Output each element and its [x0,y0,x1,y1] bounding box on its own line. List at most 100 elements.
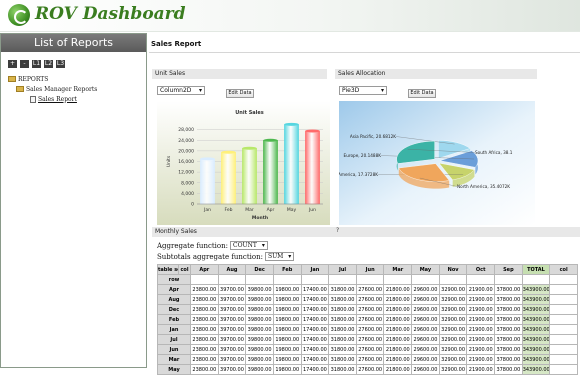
expand-all-button[interactable]: + [8,60,17,68]
table-cell: 21900.00 [466,294,496,305]
table-cell: 17400.00 [300,294,330,305]
table-row-header[interactable]: Feb [157,314,191,325]
subtotals-function-select[interactable]: SUM [264,252,295,261]
sales-allocation-chart: Asia Pacific, 20.6812K Europe, 20.1488K Am… [339,101,535,225]
y-tick-label: 8,000 [181,180,194,186]
table-row-header[interactable]: Mar [157,354,191,365]
table-row-header[interactable]: May [157,364,191,375]
level-3-button[interactable]: L3 [56,60,65,68]
table-cell: 39800.00 [245,314,274,325]
table-cell: 37800.00 [494,314,523,325]
bar [242,148,257,205]
table-cell: 27600.00 [355,294,385,305]
table-cell-empty [355,274,385,285]
table-cell: 32900.00 [438,334,468,345]
help-icon[interactable]: ? [336,227,339,234]
table-column-header[interactable]: col [549,264,578,275]
table-cell: 27600.00 [355,314,385,325]
pie-slice-label: Asia Pacific, 20.6812K [350,134,396,139]
unit-sales-edit-data-button[interactable]: Edit Data [226,89,254,98]
table-row-header[interactable]: Jun [157,344,191,355]
table-cell: 31800.00 [328,304,357,315]
table-cell: 21800.00 [383,364,413,375]
collapse-all-button[interactable]: - [20,60,29,68]
table-cell: 29600.00 [411,364,440,375]
level-2-button[interactable]: L2 [44,60,53,68]
sales-allocation-edit-data-button[interactable]: Edit Data [408,89,436,98]
table-cell: 32900.00 [438,324,468,335]
table-row-header[interactable]: Apr [157,284,191,295]
table-cell: 23800.00 [190,304,219,315]
table-cell-empty [217,274,247,285]
report-icon [30,95,36,103]
table-cell: 39800.00 [245,364,274,375]
table-row: May 23800.00 39700.00 39800.00 19800.00 17400… [157,364,578,375]
y-tick-label: 4,000 [181,191,194,197]
sales-allocation-chart-type-select[interactable]: Pie3D [339,86,387,95]
table-cell: 39800.00 [245,324,274,335]
table-cell: 19800.00 [272,334,302,345]
x-tick-label: Jan [203,207,211,213]
table-cell: 23800.00 [190,364,219,375]
table-column-header[interactable]: Jul [328,264,357,275]
table-cell-empty [549,314,578,325]
table-column-header[interactable]: Sep [494,264,523,275]
tree-node-reports[interactable]: REPORTS [8,74,97,84]
tree-node-label: REPORTS [18,75,49,83]
table-row-header[interactable]: Jan [157,324,191,335]
table-column-header[interactable]: Jun [355,264,385,275]
table-column-header[interactable]: Mar [383,264,413,275]
table-row-header[interactable]: Jul [157,334,191,345]
table-column-header[interactable]: TOTAL [521,264,551,275]
table-cell: 17400.00 [300,334,330,345]
table-cell: 17400.00 [300,324,330,335]
table-cell-empty [466,274,496,285]
table-cell-empty [245,274,274,285]
table-row: Feb 23800.00 39700.00 39800.00 19800.00 17400… [157,314,578,325]
table-row: Apr 23800.00 39700.00 39800.00 19800.00 17400… [157,284,578,295]
table-column-header[interactable]: May [411,264,440,275]
table-column-header[interactable]: Feb [272,264,302,275]
table-cell: 23800.00 [190,354,219,365]
pivot-controls: Aggregate function: COUNT Subtotals aggr… [157,240,295,262]
table-column-header[interactable]: Oct [466,264,496,275]
table-cell-empty [549,354,578,365]
table-row-header[interactable]: Aug [157,294,191,305]
tree-node-sales-report[interactable]: Sales Report [8,94,97,104]
table-cell: 17400.00 [300,304,330,315]
reports-panel-title: List of Reports [1,34,146,52]
subtotals-label: Subtotals aggregate function: [157,252,263,261]
table-cell: 39700.00 [217,324,247,335]
table-column-header[interactable]: Apr [190,264,219,275]
table-column-header[interactable]: Nov [438,264,468,275]
unit-sales-chart-type-select[interactable]: Column2D [157,86,205,95]
table-column-header[interactable]: Dec [245,264,274,275]
aggregate-function-select[interactable]: COUNT [230,241,268,250]
table-cell: 21800.00 [383,344,413,355]
unit-sales-chart: Unit Sales 0 4,000 8,000 12,000 16,000 20,000 2… [157,101,330,225]
tree-node-sales-manager-reports[interactable]: Sales Manager Reports [8,84,97,94]
table-cell: 29600.00 [411,344,440,355]
table-cell: 29600.00 [411,354,440,365]
table-cell: 31800.00 [328,324,357,335]
table-total-cell: 343900.00 [521,304,551,315]
sales-allocation-svg: Asia Pacific, 20.6812K Europe, 20.1488K Am… [339,101,535,225]
table-column-header[interactable]: Jan [300,264,330,275]
app-title: ROV Dashboard [35,4,186,24]
table-cell: 21900.00 [466,314,496,325]
sales-report-link[interactable]: Sales Report [38,96,77,103]
table-column-header[interactable]: Aug [217,264,247,275]
table-cell-empty [328,274,357,285]
table-cell: 39700.00 [217,334,247,345]
table-cell: 27600.00 [355,304,385,315]
app-root: ROV Dashboard List of Reports + - L1 L2 … [0,0,580,382]
table-cell: 23800.00 [190,334,219,345]
folder-icon [16,86,24,92]
level-1-button[interactable]: L1 [32,60,41,68]
reports-tree: REPORTS Sales Manager Reports Sales Repo… [8,74,97,104]
rov-logo-icon [8,4,30,26]
table-cell-empty [521,274,551,285]
table-row-header[interactable]: Dec [157,304,191,315]
table-cell: 29600.00 [411,334,440,345]
y-axis-label: Units [166,155,172,167]
